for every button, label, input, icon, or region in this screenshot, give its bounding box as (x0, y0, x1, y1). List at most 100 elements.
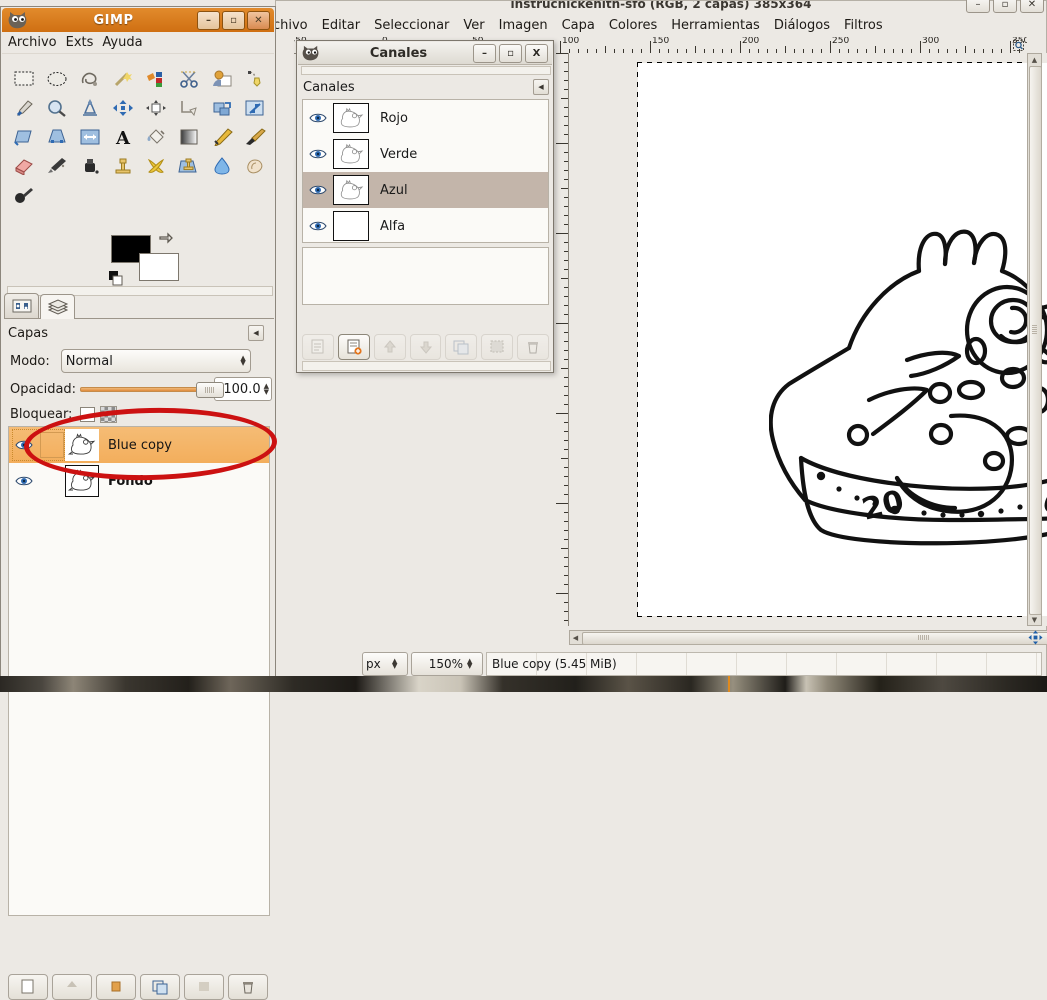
edit-channel-attributes-icon[interactable] (302, 334, 334, 360)
perspective-clone-icon[interactable] (172, 151, 205, 180)
canvas-viewport[interactable]: 20 10 (569, 53, 1047, 626)
menu-imagen[interactable]: Imagen (492, 16, 555, 35)
ellipse-select-icon[interactable] (40, 64, 73, 93)
zoom-spinner-arrows[interactable]: ▲ ▼ (467, 658, 472, 670)
menu-ver[interactable]: Ver (456, 16, 491, 35)
tab-layers[interactable] (40, 294, 75, 319)
new-layer-icon[interactable] (8, 974, 48, 1000)
layer-visibility-toggle[interactable] (9, 475, 39, 487)
channel-visibility-toggle[interactable] (303, 148, 333, 160)
airbrush-icon[interactable] (40, 151, 73, 180)
shear-icon[interactable] (7, 122, 40, 151)
vertical-ruler[interactable] (552, 53, 569, 626)
align-icon[interactable] (139, 93, 172, 122)
channels-close-button[interactable]: X (525, 43, 548, 63)
ink-icon[interactable] (73, 151, 106, 180)
duplicate-layer-icon[interactable] (140, 974, 180, 1000)
fuzzy-select-icon[interactable] (106, 64, 139, 93)
menu-capa[interactable]: Capa (555, 16, 602, 35)
scroll-up-arrow[interactable]: ▲ (1029, 54, 1040, 65)
channel-row-alfa[interactable]: Alfa (303, 208, 548, 242)
select-by-color-icon[interactable] (139, 64, 172, 93)
toolbox-minimize-button[interactable]: – (197, 10, 220, 30)
paintbrush-icon[interactable] (238, 122, 271, 151)
minimize-button[interactable]: – (966, 0, 990, 13)
menu-seleccionar[interactable]: Seleccionar (367, 16, 456, 35)
maximize-button[interactable]: ▫ (993, 0, 1017, 13)
duplicate-channel-icon[interactable] (445, 334, 478, 360)
bucket-fill-icon[interactable] (139, 122, 172, 151)
pencil-icon[interactable] (205, 122, 238, 151)
color-picker-icon[interactable] (7, 93, 40, 122)
close-button[interactable]: ✕ (1020, 0, 1044, 13)
raise-channel-icon[interactable] (373, 334, 406, 360)
channel-row-azul[interactable]: Azul (303, 172, 548, 208)
toolbox-menu-archivo[interactable]: Archivo (8, 34, 66, 51)
rect-select-icon[interactable] (7, 64, 40, 93)
heal-icon[interactable] (139, 151, 172, 180)
menu-dialogos[interactable]: Diálogos (767, 16, 837, 35)
lower-channel-icon[interactable] (409, 334, 442, 360)
unit-spinner-arrows[interactable]: ▲ ▼ (392, 658, 397, 670)
unit-selector[interactable]: px ▲ ▼ (362, 652, 408, 676)
dodge-burn-icon[interactable] (7, 180, 40, 209)
channel-row-verde[interactable]: Verde (303, 136, 548, 172)
tab-menu-icon[interactable]: ◀ (248, 325, 264, 341)
horizontal-scroll-thumb[interactable] (582, 632, 1047, 645)
text-icon[interactable]: A (106, 122, 139, 151)
blur-sharpen-icon[interactable] (205, 151, 238, 180)
paths-icon[interactable] (238, 64, 271, 93)
menu-editar[interactable]: Editar (315, 16, 368, 35)
layers-list[interactable]: Blue copy Fondo (8, 426, 270, 916)
channels-list[interactable]: Rojo Verde Azul Alfa (302, 99, 549, 243)
channel-visibility-toggle[interactable] (303, 220, 333, 232)
vertical-scroll-thumb[interactable] (1029, 66, 1042, 615)
scale-icon[interactable] (238, 93, 271, 122)
delete-channel-icon[interactable] (517, 334, 550, 360)
layer-mode-spinner[interactable]: ▲ ▼ (240, 355, 245, 367)
foreground-select-icon[interactable] (205, 64, 238, 93)
toolbox-close-button[interactable]: ✕ (247, 10, 270, 30)
zoom-selector[interactable]: 150% ▲ ▼ (411, 652, 483, 676)
layer-row-blue-copy[interactable]: Blue copy (9, 427, 269, 463)
zoom-icon[interactable] (40, 93, 73, 122)
channel-row-rojo[interactable]: Rojo (303, 100, 548, 136)
tab-tool-options[interactable] (4, 293, 39, 318)
toolbox-menu-exts[interactable]: Exts (66, 34, 103, 51)
layer-opacity-slider[interactable] (80, 382, 225, 398)
opacity-thumb[interactable] (196, 382, 225, 398)
rotate-icon[interactable] (205, 93, 238, 122)
scroll-left-arrow[interactable]: ◀ (570, 632, 581, 643)
layer-row-fondo[interactable]: Fondo (9, 463, 269, 499)
toolbox-maximize-button[interactable]: ▫ (222, 10, 245, 30)
eraser-icon[interactable] (7, 151, 40, 180)
background-color-swatch[interactable] (139, 253, 179, 281)
free-select-icon[interactable] (73, 64, 106, 93)
scissors-select-icon[interactable] (172, 64, 205, 93)
smudge-icon[interactable] (238, 151, 271, 180)
flip-icon[interactable] (73, 122, 106, 151)
channels-maximize-button[interactable]: ▫ (499, 43, 522, 63)
menu-herramientas[interactable]: Herramientas (664, 16, 767, 35)
lower-layer-icon[interactable] (96, 974, 136, 1000)
toolbox-menu-ayuda[interactable]: Ayuda (102, 34, 151, 51)
tab-menu-icon[interactable]: ◀ (533, 79, 549, 95)
crop-icon[interactable] (172, 93, 205, 122)
layer-mode-select[interactable]: Normal ▲ ▼ (60, 349, 251, 373)
menu-colores[interactable]: Colores (602, 16, 664, 35)
canvas-horizontal-scrollbar[interactable]: ◀ ▶ (569, 630, 1047, 645)
lock-alpha-icon[interactable] (100, 405, 118, 423)
channels-minimize-button[interactable]: – (473, 43, 496, 63)
perspective-icon[interactable] (40, 122, 73, 151)
layer-link-toggle[interactable] (39, 466, 65, 496)
raise-layer-icon[interactable] (52, 974, 92, 1000)
gradient-icon[interactable] (172, 122, 205, 151)
canvas-vertical-scrollbar[interactable]: ▲ ▼ (1027, 53, 1042, 626)
channel-visibility-toggle[interactable] (303, 184, 333, 196)
clone-icon[interactable] (106, 151, 139, 180)
zoom-follow-window-icon[interactable] (1010, 37, 1026, 53)
navigation-preview-button[interactable] (1027, 629, 1044, 646)
menu-filtros[interactable]: Filtros (837, 16, 890, 35)
channel-visibility-toggle[interactable] (303, 112, 333, 124)
new-channel-icon[interactable] (337, 334, 370, 360)
